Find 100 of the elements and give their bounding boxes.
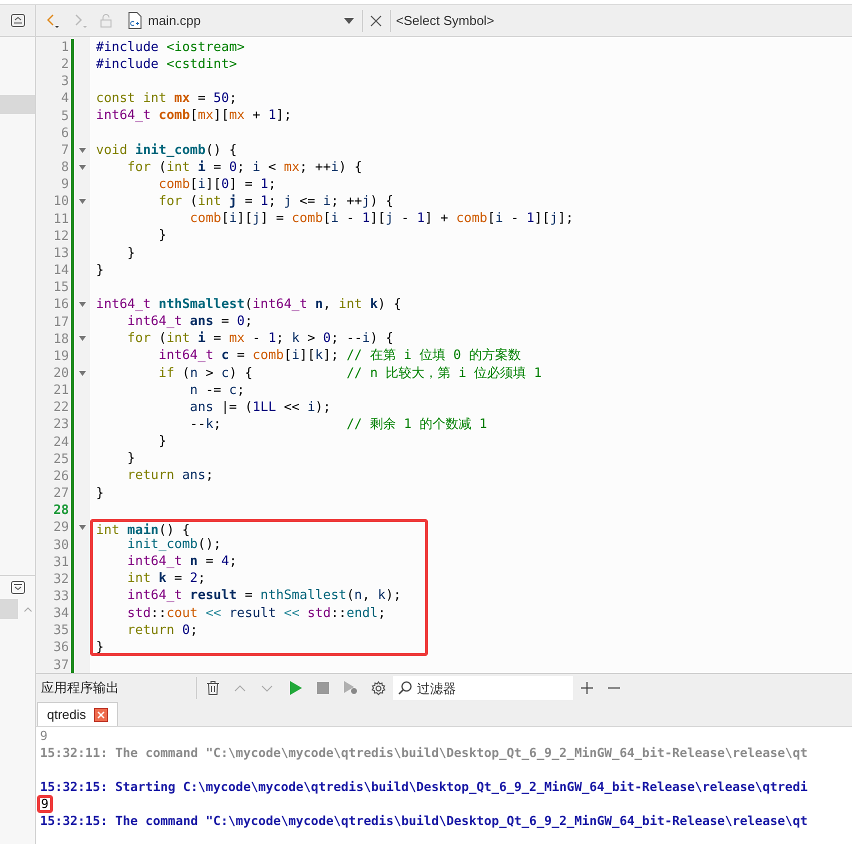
line-number: 36: [52, 639, 70, 657]
line-number: 30: [52, 536, 70, 554]
output-tab[interactable]: qtredis: [37, 702, 118, 726]
line-number: 11: [52, 210, 70, 228]
plus-icon[interactable]: [581, 682, 593, 694]
chevron-down-icon[interactable]: [261, 684, 273, 692]
line-number: 5: [60, 108, 70, 125]
line-number: 23: [52, 416, 70, 434]
line-number: 7: [60, 142, 70, 160]
fold-arrow-icon[interactable]: [78, 302, 86, 308]
output-line: 9: [40, 727, 48, 744]
line-number: 25: [52, 450, 70, 468]
line-number: 27: [52, 485, 70, 502]
code-line: comb[i][j] = comb[i - 1][j - 1] + comb[i - 1][j];: [188, 210, 574, 228]
annotated-code-line: init_comb();: [90, 536, 428, 554]
line-number: 31: [52, 554, 70, 571]
line-number: 26: [52, 468, 70, 486]
line-number: 34: [52, 605, 70, 622]
line-number: 2: [60, 56, 70, 74]
code-line: }: [158, 433, 168, 450]
line-number: 28: [52, 502, 70, 520]
code-line: }: [96, 262, 105, 279]
line-number: 22: [52, 399, 70, 416]
line-number: 37: [52, 656, 70, 673]
line-number: 8: [60, 159, 70, 176]
code-line: #include <iostream>: [96, 39, 246, 56]
code-line: int64_t nthSmallest(int64_t n, int k) {: [96, 296, 402, 314]
panel-toggle-icon[interactable]: [10, 14, 24, 27]
fold-arrow-icon[interactable]: [78, 336, 86, 342]
trash-icon[interactable]: [207, 681, 219, 695]
line-number: 13: [52, 244, 70, 262]
line-number: 24: [52, 434, 70, 451]
fold-arrow-icon[interactable]: [78, 370, 86, 376]
code-line: int64_t c = comb[i][k]; // 在第 i 位填 0 的方案数: [158, 347, 522, 364]
line-number: 3: [60, 73, 70, 90]
line-number: 4: [60, 90, 70, 108]
symbol-selector[interactable]: <Select Symbol>: [396, 10, 494, 30]
line-number: 14: [52, 262, 70, 280]
pane-title: 应用程序输出: [41, 679, 120, 698]
annotated-code-line: std::cout << result << std::endl;: [90, 604, 428, 622]
code-line: }: [126, 244, 136, 262]
code-line: for (int i = mx - 1; k > 0; --i) {: [126, 330, 394, 348]
annotated-code-line: int main() {: [90, 518, 428, 536]
line-number: 10: [52, 193, 70, 211]
code-line: if (n > c) { // n 比较大，第 i 位必须填 1: [158, 364, 543, 382]
line-number: 12: [52, 228, 70, 245]
back-arrow-icon[interactable]: [46, 12, 60, 28]
code-line: }: [158, 227, 168, 245]
code-line: --k; // 剩余 1 的个数减 1: [188, 416, 488, 434]
line-number: 21: [52, 382, 70, 400]
line-number: 1: [60, 39, 70, 56]
code-line: ans |= (1LL << i);: [188, 398, 332, 416]
line-number: 19: [52, 348, 70, 365]
line-number: 33: [52, 588, 70, 606]
line-number: 35: [52, 622, 70, 640]
line-number: 16: [52, 296, 70, 314]
chevron-up-icon[interactable]: [24, 606, 32, 612]
annotated-code-line: int k = 2;: [90, 570, 428, 588]
output-line: 15:32:15: Starting C:\mycode\mycode\qtredis\build\Desktop_Qt_6_9_2_MinGW_64_bit-Release\release\qtredi: [40, 778, 808, 795]
annotated-code-line: int64_t result = nthSmallest(n, k);: [90, 587, 428, 605]
code-line: void init_comb() {: [96, 142, 238, 159]
fold-arrow-icon[interactable]: [78, 148, 86, 153]
play-icon[interactable]: [290, 681, 302, 695]
annotated-code-line: }: [90, 638, 428, 656]
line-number: 15: [52, 279, 70, 296]
filter-field[interactable]: 过滤器: [393, 676, 573, 700]
code-line: #include <cstdint>: [96, 56, 238, 74]
tab-label: qtredis: [47, 706, 86, 724]
code-line: int64_t ans = 0;: [126, 313, 254, 330]
code-line: int64_t comb[mx][mx + 1];: [96, 107, 293, 125]
code-line: return ans;: [126, 467, 214, 485]
dropdown-caret-icon[interactable]: [344, 18, 354, 24]
line-number: 20: [52, 364, 70, 382]
code-line: for (int j = 1; j <= i; ++j) {: [158, 193, 394, 210]
cpp-file-icon: [128, 12, 142, 29]
file-name[interactable]: main.cpp: [148, 10, 344, 30]
panel-toggle-icon[interactable]: [10, 581, 24, 594]
code-line: for (int i = 0; i < mx; ++i) {: [126, 158, 364, 176]
line-number: 29: [52, 519, 70, 537]
output-line: 15:32:11: The command "C:\mycode\mycode\qtredis\build\Desktop_Qt_6_9_2_MinGW_64_bit-Release\release\qt: [40, 744, 808, 761]
code-line: comb[i][0] = 1;: [158, 176, 278, 194]
close-icon[interactable]: [94, 708, 108, 722]
close-icon[interactable]: [370, 14, 382, 26]
minus-icon[interactable]: [608, 687, 620, 689]
line-number: 18: [52, 330, 70, 348]
search-icon: [398, 681, 412, 695]
debug-run-icon[interactable]: [344, 681, 358, 695]
annotated-code-line: int64_t n = 4;: [90, 553, 428, 570]
line-number: 6: [60, 124, 70, 142]
line-number: 9: [60, 176, 70, 194]
code-line: n -= c;: [188, 382, 246, 399]
fold-arrow-icon[interactable]: [78, 525, 86, 530]
code-line: }: [96, 484, 105, 502]
fold-arrow-icon[interactable]: [78, 165, 86, 170]
line-number: 17: [52, 314, 70, 331]
fold-arrow-icon[interactable]: [78, 199, 86, 204]
chevron-up-icon[interactable]: [234, 684, 246, 692]
code-line: }: [126, 450, 136, 468]
settings-icon[interactable]: [371, 680, 386, 696]
code-line: const int mx = 50;: [96, 90, 238, 108]
